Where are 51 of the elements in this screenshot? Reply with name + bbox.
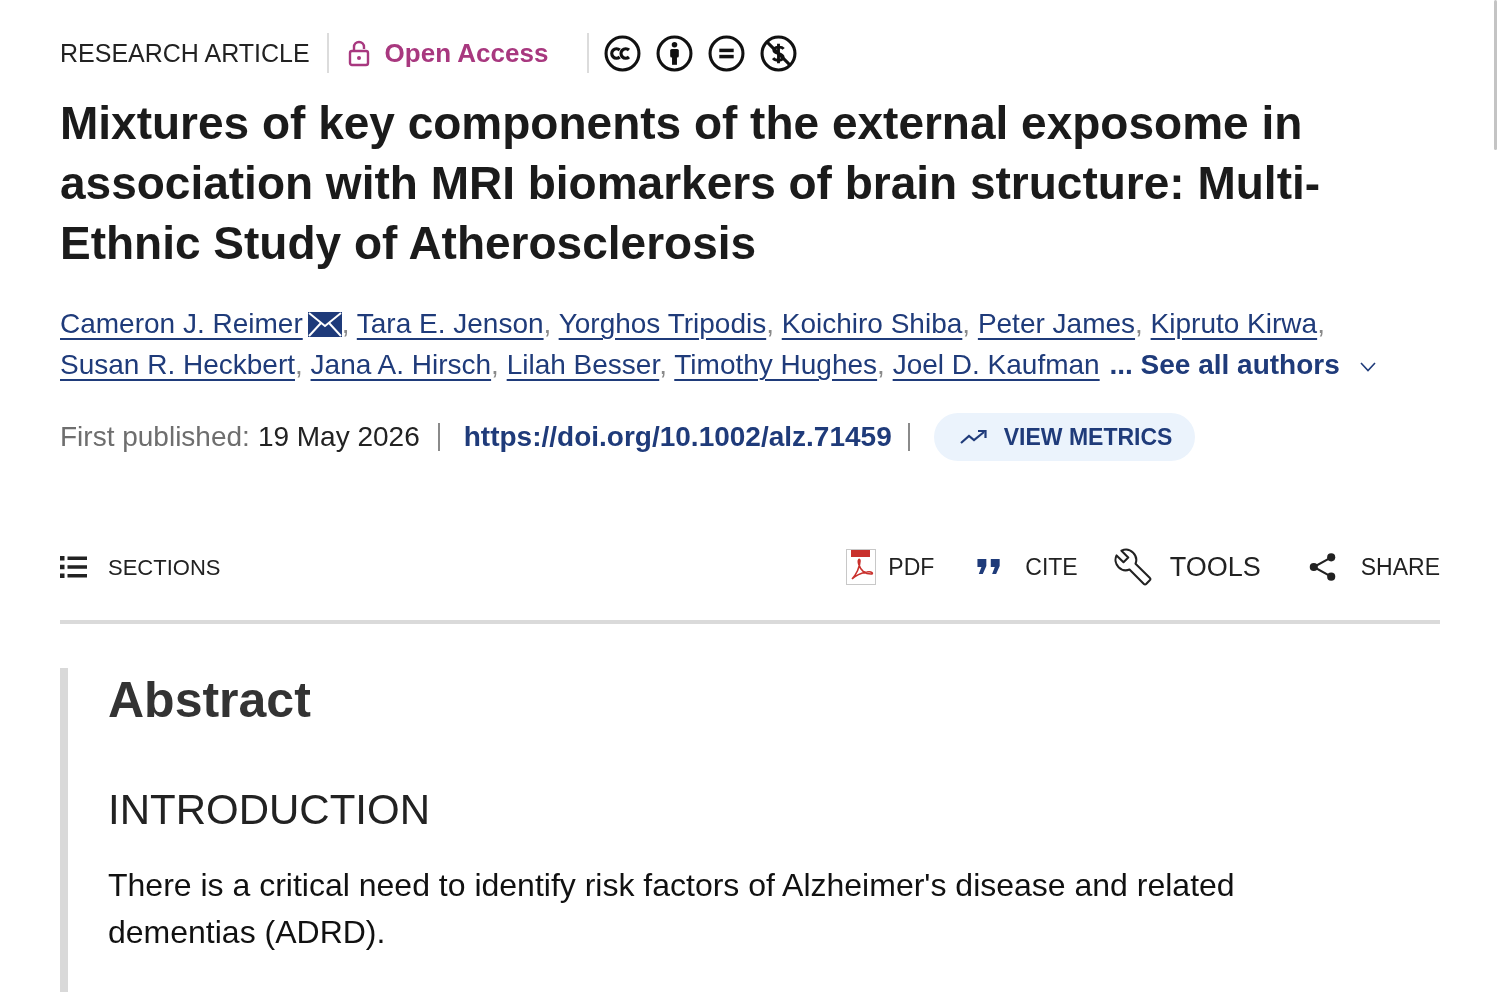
author-separator: , <box>659 349 667 380</box>
list-icon <box>60 556 87 578</box>
share-icon <box>1307 552 1337 582</box>
doi-link[interactable]: https://doi.org/10.1002/alz.71459 <box>463 416 892 458</box>
author-link[interactable]: Jana A. Hirsch <box>310 349 492 380</box>
trend-up-icon <box>959 429 988 445</box>
author-separator: , <box>877 349 885 380</box>
author-separator: , <box>341 308 350 339</box>
author-link[interactable]: Timothy Hughes <box>674 349 878 380</box>
section-heading: INTRODUCTION <box>108 785 431 835</box>
author-link[interactable]: Peter James <box>977 308 1136 339</box>
author-link[interactable]: Susan R. Heckbert <box>60 349 295 380</box>
dollar-crossed-license-icon[interactable] <box>760 34 798 72</box>
author-separator: , <box>766 308 774 339</box>
author-separator: , <box>1317 308 1325 339</box>
scrollbar-thumb[interactable] <box>1494 0 1497 150</box>
article-title: Mixtures of key components of the external exposome in association with MRI biomarkers of brain structure: Multi-Ethnic Study of Atherosclerosis <box>60 96 1322 271</box>
author-link[interactable]: Koichiro Shiba <box>781 308 963 339</box>
author-separator: , <box>295 349 303 380</box>
author-separator: , <box>491 349 499 380</box>
see-all-authors-link[interactable]: ... See all authors <box>1109 349 1376 380</box>
author-link[interactable]: Cameron J. Reimer <box>60 308 303 339</box>
author-link[interactable]: Kipruto Kirwa <box>1150 308 1318 339</box>
pdf-file-icon <box>846 549 877 585</box>
view-metrics-button[interactable]: VIEW METRICS <box>933 413 1196 461</box>
author-separator: , <box>1135 308 1143 339</box>
open-access-label: Open Access <box>384 40 549 66</box>
published-label: First published: <box>60 420 250 454</box>
equals-license-icon[interactable] <box>708 34 746 72</box>
author-link[interactable]: Yorghos Tripodis <box>558 308 767 339</box>
tools-button[interactable]: TOOLS <box>1113 546 1261 588</box>
person-license-icon[interactable] <box>656 34 694 72</box>
author-link[interactable]: Lilah Besser <box>506 349 660 380</box>
share-button[interactable]: SHARE <box>1307 549 1440 585</box>
sections-button[interactable]: SECTIONS <box>60 550 221 584</box>
envelope-icon[interactable] <box>307 312 342 337</box>
lock-icon <box>347 39 370 67</box>
wrench-icon <box>1113 548 1152 586</box>
cite-button[interactable]: CITE <box>977 549 1078 585</box>
pdf-button[interactable]: PDF <box>846 549 935 585</box>
cc-license-icon[interactable] <box>604 34 642 72</box>
chevron-down-icon <box>1359 362 1376 372</box>
author-separator: , <box>962 308 971 339</box>
published-date: 19 May 2026 <box>257 420 420 454</box>
abstract-heading: Abstract <box>108 671 312 730</box>
article-type-label: RESEARCH ARTICLE <box>60 40 310 66</box>
section-paragraph: There is a critical need to identify risk factors of Alzheimer's disease and related dementias (ADRD). <box>108 866 1236 952</box>
author-separator: , <box>543 308 552 339</box>
author-link[interactable]: Joel D. Kaufman <box>892 349 1100 380</box>
author-link[interactable]: Tara E. Jenson <box>356 308 544 339</box>
quote-icon <box>977 559 1002 575</box>
